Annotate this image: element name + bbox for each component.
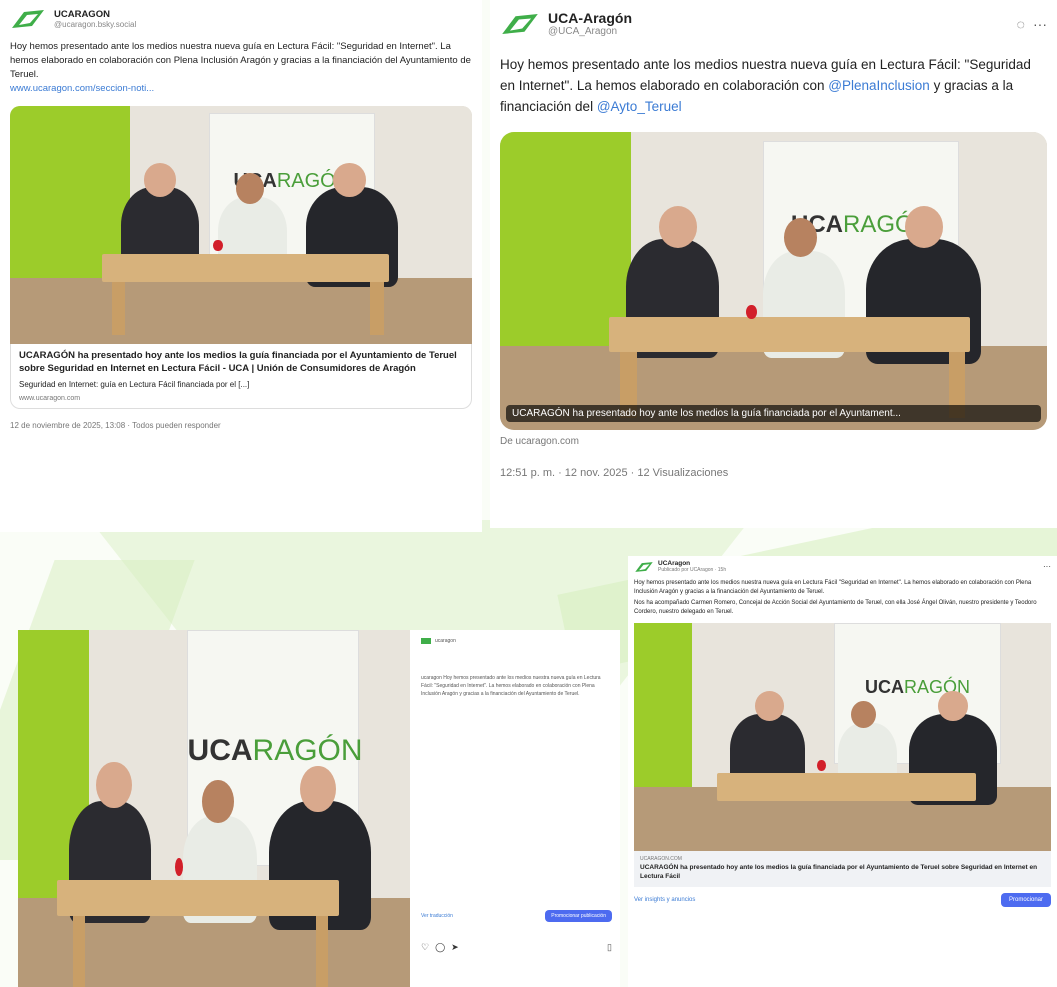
grok-icon[interactable]: ◌ xyxy=(1017,16,1025,32)
link-card[interactable]: UCARAGÓN ha presentado hoy ante los medi… xyxy=(10,344,472,409)
more-icon[interactable]: ··· xyxy=(1033,16,1047,32)
ucaragon-logo-icon[interactable] xyxy=(10,8,46,30)
post-text: Hoy hemos presentado ante los medios nue… xyxy=(634,580,1032,595)
promote-button[interactable]: Promocionar xyxy=(1000,892,1051,907)
link-card-domain: www.ucaragon.com xyxy=(19,394,81,402)
post-caption: ucaragon Hoy hemos presentado ante los m… xyxy=(421,675,601,697)
share-icon[interactable]: ➤ xyxy=(451,942,459,953)
post-text: Hoy hemos presentado ante los medios nue… xyxy=(10,41,471,80)
post-footer: 12 de noviembre de 2025, 13:08 · Todos p… xyxy=(10,420,221,430)
ucaragon-logo-icon[interactable] xyxy=(634,561,654,573)
facebook-post: UCAragon Publicado por UCAragon · 15h ··… xyxy=(628,556,1057,987)
bluesky-post: UCARAGON @ucaragon.bsky.social Hoy hemos… xyxy=(0,0,482,532)
comment-icon[interactable]: ◯ xyxy=(435,942,445,953)
link-card-desc: Seguridad en Internet: guía en Lectura F… xyxy=(19,379,250,389)
link-title: UCARAGÓN ha presentado hoy ante los medi… xyxy=(640,864,1038,880)
author-name[interactable]: UCA-Aragón xyxy=(548,10,1009,26)
avatar[interactable] xyxy=(421,638,431,644)
account-name[interactable]: ucaragon xyxy=(435,638,456,644)
post-meta: 12:51 p. m. · 12 nov. 2025 · 12 Visualiz… xyxy=(500,466,729,479)
see-translation-link[interactable]: Ver traducción xyxy=(421,913,453,919)
post-subtitle: Publicado por UCAragon · 15h xyxy=(658,567,727,573)
link-preview[interactable]: UCARAGON.COM UCARAGÓN ha presentado hoy … xyxy=(634,851,1051,887)
image-caption: UCARAGÓN ha presentado hoy ante los medi… xyxy=(506,404,1041,422)
bookmark-icon[interactable]: ▯ xyxy=(607,942,612,953)
author-handle[interactable]: @UCA_Aragon xyxy=(548,26,1009,37)
link-domain: UCARAGON.COM xyxy=(640,856,682,862)
more-icon[interactable]: ··· xyxy=(1043,562,1051,571)
heart-icon[interactable]: ♡ xyxy=(421,942,429,953)
post-photo[interactable]: UCARAGÓN xyxy=(634,623,1051,851)
source-link[interactable]: De ucaragon.com xyxy=(500,436,1047,447)
post-text: Hoy hemos presentado ante los medios nue… xyxy=(500,57,1031,114)
link-card-title: UCARAGÓN ha presentado hoy ante los medi… xyxy=(19,350,457,375)
instagram-sidebar: ucaragon ucaragon Hoy hemos presentado a… xyxy=(413,630,620,987)
author-name[interactable]: UCARAGON xyxy=(54,9,136,20)
post-photo[interactable]: UCARAGÓN UCARAGÓN ha presentado hoy ante… xyxy=(500,131,1047,430)
instagram-post: UCARAGÓN ucaragon ucaragon Hoy hemos pre… xyxy=(18,630,620,987)
post-photo[interactable]: UCARAGÓN xyxy=(10,106,472,345)
ucaragon-logo-icon[interactable] xyxy=(500,11,540,37)
promote-button[interactable]: Promocionar publicación xyxy=(545,910,612,922)
mention-ayto[interactable]: @Ayto_Teruel xyxy=(597,99,682,114)
post-photo[interactable]: UCARAGÓN xyxy=(18,630,410,987)
x-post: UCA-Aragón @UCA_Aragon ◌ ··· Hoy hemos p… xyxy=(490,0,1057,528)
mention-plena[interactable]: @PlenaInclusion xyxy=(828,78,930,93)
post-link[interactable]: www.ucaragon.com/seccion-noti... xyxy=(10,83,472,94)
post-text-2: Nos ha acompañado Carmen Romero, Conceja… xyxy=(634,600,1037,615)
insights-link[interactable]: Ver insights y anuncios xyxy=(634,897,695,903)
author-handle[interactable]: @ucaragon.bsky.social xyxy=(54,20,136,29)
page-name[interactable]: UCAragon xyxy=(658,560,1039,567)
